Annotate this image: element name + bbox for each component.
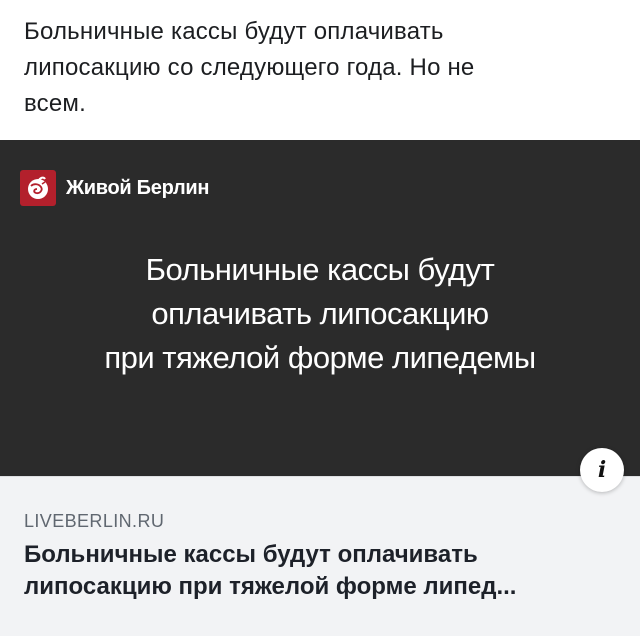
link-domain: LIVEBERLIN.RU — [24, 511, 165, 531]
link-title-line: липосакцию при тяжелой форме липед... — [24, 573, 517, 600]
preview-headline-line: оплачивать липосакцию — [151, 296, 489, 331]
info-button[interactable]: i — [580, 448, 624, 492]
preview-headline-line: при тяжелой форме липедемы — [104, 340, 536, 375]
preview-headline: Больничные кассы будут оплачивать липоса… — [40, 248, 600, 380]
globe-icon — [28, 176, 48, 199]
info-icon: i — [597, 457, 607, 483]
link-preview-footer[interactable]: LIVEBERLIN.RU Больничные кассы будут опл… — [0, 476, 640, 636]
link-preview-card[interactable]: Живой Берлин Больничные кассы будут опла… — [0, 140, 640, 636]
link-title[interactable]: Больничные кассы будут оплачивать липоса… — [24, 539, 614, 603]
brand-logo — [20, 170, 56, 206]
post-text: Больничные кассы будут оплачивать липоса… — [24, 18, 475, 117]
link-preview-image[interactable]: Живой Берлин Больничные кассы будут опла… — [0, 140, 640, 476]
link-title-line: Больничные кассы будут оплачивать — [24, 541, 478, 568]
brand: Живой Берлин — [20, 170, 209, 206]
brand-name: Живой Берлин — [66, 176, 210, 199]
preview-headline-line: Больничные кассы будут — [145, 252, 495, 287]
